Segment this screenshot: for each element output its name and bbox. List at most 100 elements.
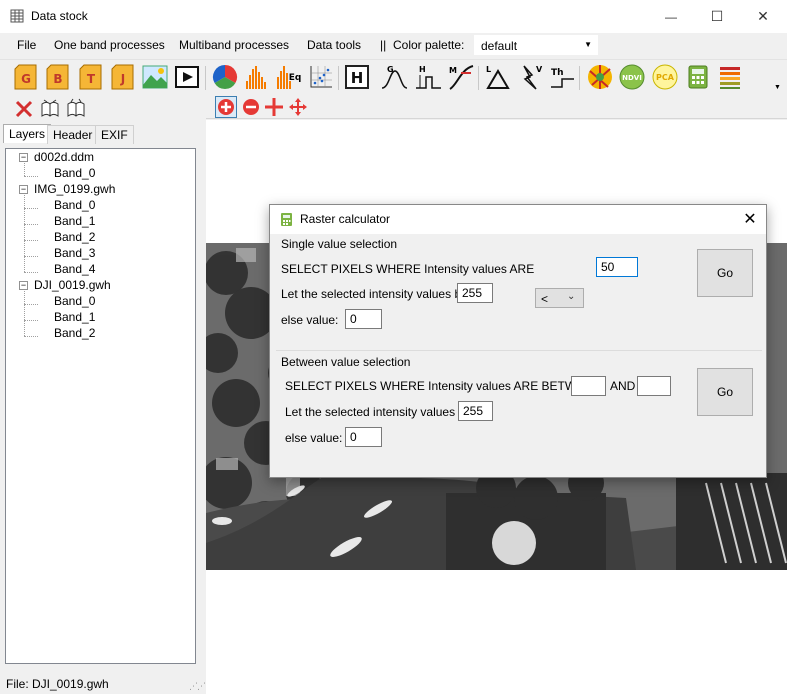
- calculator-button[interactable]: [684, 63, 712, 91]
- g-button[interactable]: G: [12, 63, 40, 91]
- tab-exif[interactable]: EXIF: [95, 125, 134, 144]
- tree-node-band[interactable]: Band_0: [54, 294, 95, 309]
- svg-text:H: H: [351, 69, 364, 87]
- color-palette-button[interactable]: [716, 63, 744, 91]
- resize-grip-icon[interactable]: ⋰⋰: [189, 681, 206, 692]
- svg-text:J: J: [120, 72, 125, 86]
- pan-icon[interactable]: [288, 97, 308, 117]
- high-value-input[interactable]: [637, 376, 671, 396]
- tree-node-band[interactable]: Band_2: [54, 230, 95, 245]
- operator-dropdown[interactable]: < ⌄: [535, 288, 584, 308]
- crosshair-icon[interactable]: [264, 97, 284, 117]
- pca-button[interactable]: PCA: [651, 63, 679, 91]
- histogram-eq-icon: Eq: [277, 66, 301, 89]
- zoom-in-button[interactable]: [215, 96, 237, 118]
- and-label: AND: [610, 379, 636, 393]
- map-button[interactable]: [586, 63, 614, 91]
- svg-text:B: B: [53, 72, 62, 86]
- toolbar-separator: [338, 66, 339, 90]
- group-label: Single value selection: [281, 237, 398, 251]
- t-button[interactable]: T: [77, 63, 105, 91]
- dialog-close-button[interactable]: ✕: [740, 209, 760, 229]
- viewer-toolbar: [206, 95, 787, 119]
- rgb-composite-button[interactable]: [211, 63, 239, 91]
- maximize-button[interactable]: ☐: [694, 0, 740, 33]
- svg-text:H: H: [419, 65, 426, 74]
- high-pass-filter-button[interactable]: H: [414, 63, 442, 91]
- video-button[interactable]: [173, 63, 201, 91]
- triangle-icon: L: [486, 65, 510, 89]
- g-icon: G: [14, 64, 37, 90]
- else-value-input[interactable]: 0: [345, 427, 382, 447]
- scatter-plot-button[interactable]: [307, 63, 335, 91]
- close-button[interactable]: ✕: [740, 0, 786, 33]
- chevron-down-icon: ▼: [584, 40, 592, 49]
- pca-icon: PCA: [652, 64, 678, 90]
- tree-node-band[interactable]: Band_4: [54, 262, 95, 277]
- single-value-group: Single value selection SELECT PIXELS WHE…: [276, 235, 762, 349]
- minimize-button[interactable]: —: [648, 0, 694, 33]
- collapse-toggle-icon[interactable]: −: [19, 185, 28, 194]
- delete-layer-icon[interactable]: [14, 99, 34, 119]
- tree-node-file[interactable]: IMG_0199.gwh: [34, 182, 115, 197]
- color-palette-dropdown[interactable]: default ▼: [474, 35, 598, 55]
- menu-one-band-processes[interactable]: One band processes: [54, 38, 165, 52]
- zoom-out-icon[interactable]: [241, 97, 261, 117]
- else-value-input[interactable]: 0: [345, 309, 382, 329]
- tab-layers[interactable]: Layers: [3, 124, 52, 143]
- median-filter-button[interactable]: M: [447, 63, 475, 91]
- operator-value: <: [541, 292, 549, 306]
- layer-tree[interactable]: − d002d.ddm Band_0 − IMG_0199.gwh Band_0…: [5, 148, 196, 664]
- window-title: Data stock: [31, 9, 88, 23]
- ndvi-button[interactable]: NDVI: [618, 63, 646, 91]
- gaussian-filter-button[interactable]: G: [380, 63, 408, 91]
- go-single-button[interactable]: Go: [697, 249, 753, 297]
- set-value-input[interactable]: 255: [457, 283, 493, 303]
- b-button[interactable]: B: [44, 63, 72, 91]
- landscape-icon: [142, 65, 168, 89]
- toolbar-separator: [478, 66, 479, 90]
- tree-node-band[interactable]: Band_1: [54, 214, 95, 229]
- header-button[interactable]: H: [343, 63, 371, 91]
- low-value-input[interactable]: [571, 376, 606, 396]
- calculator-icon: [688, 65, 708, 89]
- tab-header[interactable]: Header: [47, 125, 99, 144]
- laplacian-button[interactable]: L: [484, 63, 512, 91]
- collapse-toggle-icon[interactable]: −: [19, 281, 28, 290]
- title-bar: Data stock — ☐ ✕: [0, 0, 787, 33]
- median-icon: M: [449, 65, 474, 90]
- threshold-button[interactable]: Th: [548, 63, 576, 91]
- color-bars-icon: [720, 67, 740, 89]
- svg-text:T: T: [87, 72, 96, 86]
- collapse-toggle-icon[interactable]: −: [19, 153, 28, 162]
- histogram-equalization-button[interactable]: Eq: [275, 63, 303, 91]
- map-icon: [588, 65, 612, 89]
- menu-data-tools[interactable]: Data tools: [307, 38, 361, 52]
- menu-file[interactable]: File: [17, 38, 36, 52]
- histogram-button[interactable]: [243, 63, 271, 91]
- tree-node-file[interactable]: DJI_0019.gwh: [34, 278, 111, 293]
- set-value-input[interactable]: 255: [458, 401, 493, 421]
- tree-node-band[interactable]: Band_0: [54, 198, 95, 213]
- svg-text:M: M: [449, 66, 457, 75]
- tree-node-band[interactable]: Band_1: [54, 310, 95, 325]
- menu-multiband-processes[interactable]: Multiband processes: [179, 38, 289, 52]
- threshold-value-input[interactable]: 50: [596, 257, 638, 277]
- video-icon: [175, 66, 199, 88]
- tree-node-band[interactable]: Band_3: [54, 246, 95, 261]
- collapse-book-icon[interactable]: [66, 98, 86, 118]
- vectorize-button[interactable]: V: [516, 63, 544, 91]
- j-button[interactable]: J: [109, 63, 137, 91]
- go-between-button[interactable]: Go: [697, 368, 753, 416]
- gaussian-icon: G: [381, 65, 408, 89]
- tree-node-file[interactable]: d002d.ddm: [34, 150, 94, 165]
- toolbar-overflow-icon[interactable]: ▼: [774, 84, 781, 91]
- select-pixels-label: SELECT PIXELS WHERE Intensity values ARE: [281, 262, 535, 276]
- menu-bar: File One band processes Multiband proces…: [0, 33, 787, 57]
- color-palette-value: default: [481, 39, 518, 53]
- tree-node-band[interactable]: Band_2: [54, 326, 95, 341]
- tree-node-band[interactable]: Band_0: [54, 166, 95, 181]
- expand-book-icon[interactable]: [40, 98, 60, 118]
- landscape-image-button[interactable]: [141, 63, 169, 91]
- chevron-down-icon: ⌄: [567, 291, 576, 302]
